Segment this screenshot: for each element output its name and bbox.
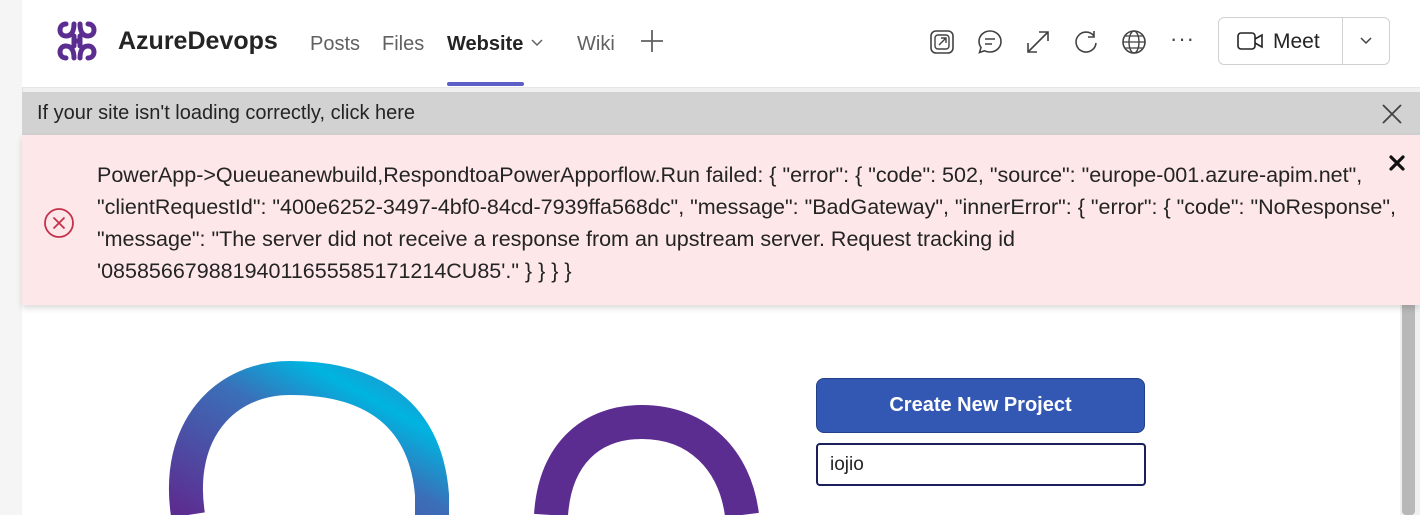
site-loading-notice[interactable]: If your site isn't loading correctly, cl… xyxy=(22,92,1420,135)
close-icon[interactable] xyxy=(1380,102,1404,126)
tab-wiki[interactable]: Wiki xyxy=(577,33,615,56)
more-options-icon[interactable]: ··· xyxy=(1170,26,1195,52)
video-camera-icon xyxy=(1237,32,1263,50)
close-icon[interactable] xyxy=(1387,153,1407,173)
error-circle-icon xyxy=(44,208,74,238)
meet-button[interactable]: Meet xyxy=(1219,18,1343,64)
add-tab-icon[interactable] xyxy=(639,28,665,54)
chevron-down-icon xyxy=(1360,37,1372,45)
meet-button-group: Meet xyxy=(1218,17,1390,65)
popout-icon[interactable] xyxy=(928,28,956,56)
error-banner: PowerApp->Queueanewbuild,RespondtoaPower… xyxy=(22,135,1420,305)
globe-icon[interactable] xyxy=(1120,28,1148,56)
chat-icon[interactable] xyxy=(976,28,1004,56)
tab-website[interactable]: Website xyxy=(447,33,523,56)
project-name-input[interactable] xyxy=(816,443,1146,486)
create-new-project-button[interactable]: Create New Project xyxy=(816,378,1145,433)
left-rail xyxy=(0,0,23,515)
reload-icon[interactable] xyxy=(1072,28,1100,56)
meet-label: Meet xyxy=(1273,30,1320,53)
meet-dropdown-button[interactable] xyxy=(1343,18,1389,64)
tab-files[interactable]: Files xyxy=(382,33,424,56)
azure-devops-team-logo xyxy=(57,21,97,61)
team-name: AzureDevops xyxy=(118,27,278,55)
chevron-down-icon[interactable] xyxy=(530,38,544,48)
scrollbar-thumb[interactable] xyxy=(1402,300,1415,515)
tab-posts[interactable]: Posts xyxy=(310,33,360,56)
active-tab-indicator xyxy=(447,82,524,86)
channel-header: AzureDevops Posts Files Website Wiki ··· xyxy=(22,0,1420,88)
expand-icon[interactable] xyxy=(1024,28,1052,56)
error-message: PowerApp->Queueanewbuild,RespondtoaPower… xyxy=(97,163,1396,283)
project-logo-artwork xyxy=(169,360,759,515)
notice-text[interactable]: If your site isn't loading correctly, cl… xyxy=(37,102,415,125)
